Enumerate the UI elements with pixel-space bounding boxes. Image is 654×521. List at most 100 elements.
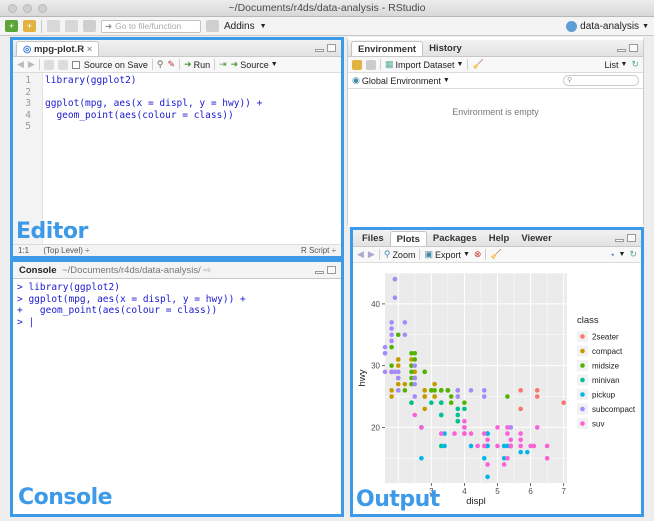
broom-icon[interactable]: 🧹: [472, 59, 483, 70]
minimize-pane-button[interactable]: [315, 49, 324, 52]
import-dataset-button[interactable]: ▦ Import Dataset ▼: [385, 59, 463, 70]
data-point-suv: [485, 437, 490, 443]
go-to-directory-icon[interactable]: ⇨: [203, 265, 211, 276]
data-point-midsize: [429, 388, 434, 393]
show-in-window-icon[interactable]: [43, 59, 54, 70]
maximize-pane-button[interactable]: [627, 234, 636, 242]
code-line[interactable]: 1 library(ggplot2): [13, 75, 341, 87]
zoom-button[interactable]: ⚲ Zoom: [384, 249, 416, 260]
run-button[interactable]: ➜ Run: [184, 59, 210, 70]
data-point-subcompact: [412, 381, 418, 387]
plots-toolbar: ◀ ▶ ⚲ Zoom ▣ Export ▼ ⊗ 🧹 ◔ ▼ ↻: [353, 247, 641, 263]
refresh-icon[interactable]: ↻: [631, 59, 639, 70]
y-tick-label: 30: [371, 362, 380, 371]
data-point-midsize: [448, 400, 454, 406]
data-point-subcompact: [455, 394, 461, 399]
data-point-suv: [508, 443, 514, 449]
data-point-pickup: [468, 443, 474, 449]
back-arrow-icon[interactable]: ◀: [17, 59, 24, 70]
list-view-button[interactable]: List ▼: [605, 60, 628, 70]
environment-search-input[interactable]: ⚲: [563, 75, 639, 86]
x-tick-label: 7: [561, 487, 566, 496]
rerun-icon[interactable]: ⇥: [219, 59, 227, 70]
legend-swatch-pickup: [580, 392, 585, 397]
legend-swatch-minivan: [580, 377, 585, 383]
data-point-compact: [389, 388, 394, 393]
addins-menu[interactable]: Addins: [224, 21, 255, 32]
data-point-midsize: [505, 394, 510, 399]
y-tick-label: 40: [371, 300, 380, 309]
tab-environment[interactable]: Environment: [351, 41, 424, 56]
next-plot-icon[interactable]: ▶: [368, 249, 375, 260]
code-line[interactable]: 3 ggplot(mpg, aes(x = displ, y = hwy)) +: [13, 98, 341, 110]
maximize-pane-button[interactable]: [629, 44, 638, 52]
data-point-compact: [432, 381, 437, 387]
chevron-down-icon: ▼: [462, 251, 470, 258]
previous-plot-icon[interactable]: ◀: [357, 249, 364, 260]
grid-icon[interactable]: [206, 20, 219, 32]
tab-plots[interactable]: Plots: [389, 231, 427, 246]
load-workspace-icon[interactable]: [352, 59, 362, 70]
code-tools-icon[interactable]: ✎: [167, 59, 175, 70]
minimize-pane-button[interactable]: [315, 271, 324, 274]
search-icon[interactable]: ⚲: [157, 59, 164, 70]
remove-plot-icon[interactable]: ⊗: [474, 249, 482, 260]
data-point-subcompact: [412, 363, 418, 368]
data-point-pickup: [518, 449, 523, 455]
save-icon[interactable]: [65, 20, 78, 32]
minimize-window-button[interactable]: [23, 4, 32, 13]
maximize-pane-button[interactable]: [327, 266, 336, 274]
data-point-suv: [495, 443, 500, 449]
output-overlay-label: Output: [356, 487, 440, 512]
tab-files[interactable]: Files: [356, 231, 390, 246]
tab-viewer[interactable]: Viewer: [515, 231, 557, 246]
data-point-compact: [422, 394, 428, 399]
close-window-button[interactable]: [8, 4, 17, 13]
export-button[interactable]: ▣ Export ▼: [424, 249, 469, 260]
window-controls[interactable]: [8, 4, 47, 13]
line-number: 1: [25, 75, 31, 86]
source-on-save-checkbox[interactable]: [71, 60, 80, 69]
minimize-pane-button[interactable]: [615, 239, 624, 242]
environment-scope-selector[interactable]: ◉ Global Environment ▼: [352, 75, 450, 86]
forward-arrow-icon[interactable]: ▶: [28, 59, 35, 70]
import-icon: ▦: [385, 59, 394, 69]
goto-file-input[interactable]: ➜ Go to file/function: [101, 19, 201, 33]
legend-swatch-suv: [580, 421, 585, 426]
save-workspace-icon[interactable]: [366, 59, 376, 70]
tab-history[interactable]: History: [423, 41, 468, 56]
code-line[interactable]: 4 geom_point(aes(colour = class)): [13, 110, 341, 122]
scope-selector[interactable]: (Top Level) ÷: [43, 246, 89, 255]
maximize-pane-button[interactable]: [327, 44, 336, 52]
data-point-suv: [531, 443, 537, 449]
chevron-down-icon: ▼: [620, 61, 628, 68]
broom-icon[interactable]: 🧹: [490, 249, 501, 260]
data-point-suv: [544, 455, 550, 461]
project-menu[interactable]: data-analysis ▼: [566, 20, 649, 32]
tab-packages[interactable]: Packages: [427, 231, 483, 246]
file-type-selector[interactable]: R Script ÷: [301, 245, 336, 256]
data-point-midsize: [402, 388, 408, 393]
print-icon[interactable]: [83, 20, 96, 32]
source-button[interactable]: ➜ Source ▼: [231, 59, 278, 70]
tab-help[interactable]: Help: [483, 231, 516, 246]
new-project-icon[interactable]: +: [23, 20, 36, 32]
data-point-pickup: [524, 449, 530, 455]
data-point-subcompact: [412, 394, 418, 399]
publish-icon[interactable]: ◔: [609, 250, 614, 260]
minimize-pane-button[interactable]: [617, 49, 626, 52]
new-file-icon[interactable]: +: [5, 20, 18, 32]
code-line[interactable]: 5: [13, 121, 341, 133]
zoom-window-button[interactable]: [38, 4, 47, 13]
tab-mpg-plot[interactable]: ◎ mpg-plot.R ×: [16, 41, 100, 56]
data-point-midsize: [389, 363, 394, 368]
refresh-icon[interactable]: ↻: [629, 249, 637, 260]
close-tab-icon[interactable]: ×: [87, 44, 93, 55]
r-file-icon: ◎: [23, 44, 32, 55]
console-tab[interactable]: Console: [19, 265, 56, 276]
console-output[interactable]: > library(ggplot2) > ggplot(mpg, aes(x = …: [13, 279, 341, 331]
code-line[interactable]: 2: [13, 87, 341, 99]
open-file-icon[interactable]: [47, 20, 60, 32]
save-file-icon[interactable]: [57, 59, 68, 70]
